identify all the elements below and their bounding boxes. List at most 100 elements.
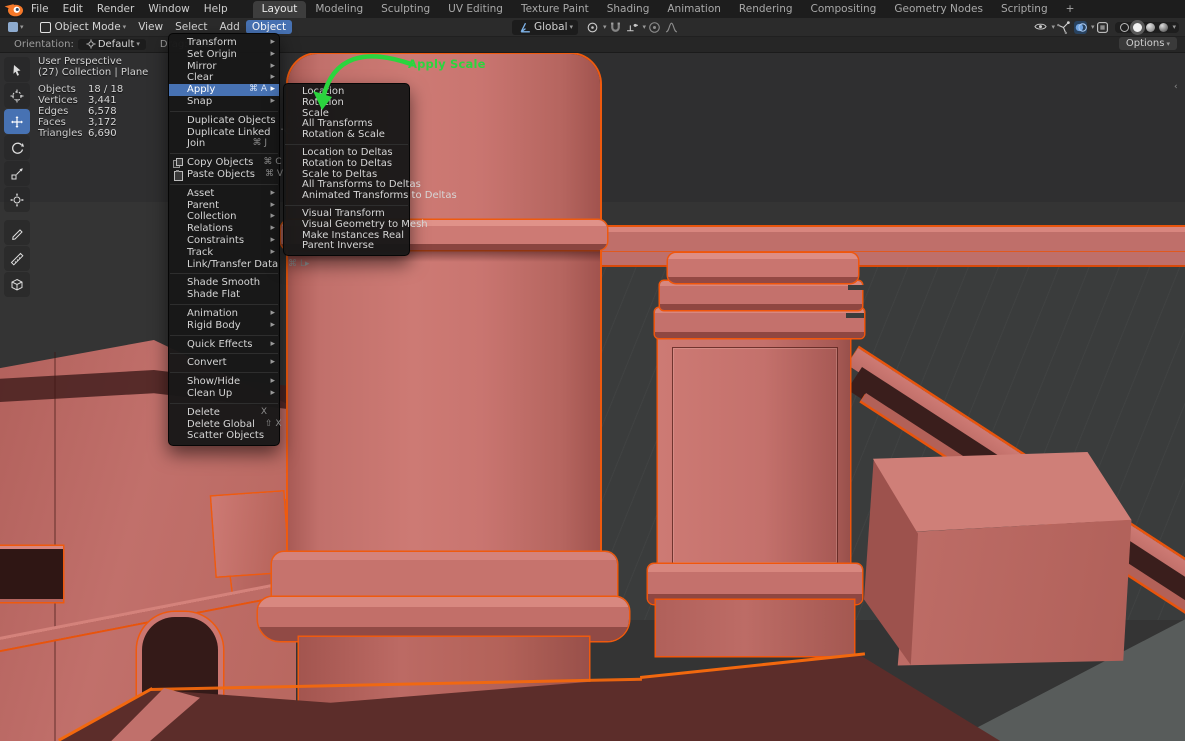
menu-item[interactable]: Visual Geometry to Mesh (284, 220, 409, 231)
workspace-tab[interactable]: Compositing (802, 1, 886, 18)
menu-item[interactable]: Duplicate Objects ⇧ D (169, 115, 279, 127)
menu-item[interactable]: Constraints ▸ (169, 235, 279, 247)
workspace-tab[interactable]: + (1057, 1, 1084, 18)
menu-item[interactable]: Link/Transfer Data ⌘ L ▸ (169, 259, 279, 271)
mesh-dresser-slab3[interactable] (655, 308, 864, 338)
falloff-curve-icon[interactable] (665, 21, 678, 34)
workspace-tab[interactable]: Rendering (730, 1, 802, 18)
tool-tweak-select[interactable] (4, 57, 30, 82)
submenu-arrow-icon: ▸ (267, 308, 275, 320)
proportional-editing-icon[interactable] (648, 21, 661, 34)
transform-orientation-dropdown[interactable]: Global ▾ (512, 20, 578, 35)
snap-magnet-icon[interactable] (609, 21, 622, 34)
menu-item[interactable]: Track ▸ (169, 247, 279, 259)
topbar-menu[interactable]: Render (90, 2, 141, 16)
workspace-tab[interactable]: Modeling (306, 1, 372, 18)
submenu-arrow-icon: ▸ (267, 49, 275, 61)
mesh-dresser-slab2[interactable] (660, 281, 862, 310)
workspace-tab[interactable]: Animation (658, 1, 730, 18)
menu-item[interactable]: Animation ▸ (169, 308, 279, 320)
menu-item[interactable]: Parent Inverse (284, 241, 409, 252)
tool-annotate[interactable] (4, 220, 30, 245)
menu-item[interactable]: Join ⌘ J (169, 138, 279, 150)
menu-item[interactable]: Convert ▸ (169, 357, 279, 369)
menu-item[interactable]: Shade Smooth (169, 277, 279, 289)
workspace-tab[interactable]: Texture Paint (512, 1, 598, 18)
tool-measure[interactable] (4, 246, 30, 271)
menu-item[interactable]: Transform ▸ (169, 37, 279, 49)
mesh-chimney-base-bulge[interactable] (258, 597, 629, 641)
blender-logo-icon[interactable] (4, 2, 24, 16)
shading-material-icon[interactable] (1146, 23, 1155, 32)
viewport-menu[interactable]: View (132, 20, 169, 34)
menu-item[interactable]: Shade Flat (169, 289, 279, 301)
menu-item[interactable]: Asset ▸ (169, 188, 279, 200)
viewport-menu[interactable]: Object (246, 20, 292, 34)
mode-selector[interactable]: Object Mode ▾ (28, 20, 133, 34)
mesh-dresser-skirt[interactable] (648, 564, 862, 604)
viewport-menu-label: View (138, 21, 163, 33)
pivot-point-icon[interactable] (586, 21, 599, 34)
gizmos-toggle-icon[interactable] (1057, 21, 1070, 34)
editor-type-button[interactable]: ▾ (4, 22, 28, 32)
menu-item[interactable]: Animated Transforms to Deltas (284, 191, 409, 202)
mesh-dresser-slab1[interactable] (668, 253, 858, 283)
menu-item[interactable]: Rotation to Deltas (284, 159, 409, 170)
tool-cursor[interactable] (4, 83, 30, 108)
menu-item[interactable]: Snap ▸ (169, 96, 279, 108)
menu-item[interactable]: Rigid Body ▸ (169, 320, 279, 332)
tool-rotate[interactable] (4, 135, 30, 160)
shading-solid-icon[interactable] (1133, 23, 1142, 32)
menu-item[interactable]: Delete X (169, 407, 279, 419)
workspace-tab[interactable]: UV Editing (439, 1, 512, 18)
visibility-dropdown-icon[interactable] (1034, 21, 1047, 34)
menu-item[interactable]: Quick Effects ▸ (169, 339, 279, 351)
topbar-menu[interactable]: Window (141, 2, 196, 16)
menu-item[interactable]: Scatter Objects (169, 430, 279, 442)
menu-item[interactable]: Parent ▸ (169, 200, 279, 212)
submenu-arrow-icon: ▸ (267, 188, 275, 200)
mesh-left-window[interactable] (0, 546, 63, 602)
workspace-tab-label: Compositing (811, 3, 877, 15)
menu-item[interactable]: Clear ▸ (169, 72, 279, 84)
workspace-tab[interactable]: Scripting (992, 1, 1057, 18)
viewport-menu[interactable]: Add (214, 20, 246, 34)
workspace-tab[interactable]: Layout (253, 1, 307, 18)
menu-item-label: Mirror (187, 61, 216, 73)
orientation-dropdown[interactable]: Default ▾ (78, 39, 146, 50)
topbar-menu[interactable]: File (24, 2, 56, 16)
snap-target-icon[interactable] (626, 21, 639, 34)
workspace-tab[interactable]: Sculpting (372, 1, 439, 18)
tool-add-cube[interactable] (4, 272, 30, 297)
shading-wireframe-icon[interactable] (1120, 23, 1129, 32)
options-button[interactable]: Options ▾ (1119, 37, 1177, 50)
menu-item[interactable]: Relations ▸ (169, 223, 279, 235)
mesh-dresser-foot[interactable] (656, 600, 854, 656)
menu-item[interactable]: Delete Global ⇧ X (169, 419, 279, 431)
menu-item[interactable]: Clean Up ▸ (169, 388, 279, 400)
menu-item[interactable]: Copy Objects ⌘ C (169, 157, 279, 169)
menu-item[interactable]: Apply ⌘ A ▸ (169, 84, 279, 96)
menu-item[interactable]: Duplicate Linked ⌥ D (169, 127, 279, 139)
overlays-toggle-icon[interactable] (1074, 21, 1087, 34)
workspace-tab[interactable]: Geometry Nodes (885, 1, 992, 18)
menu-item[interactable]: Rotation & Scale (284, 130, 409, 141)
menu-item-label: Duplicate Objects (187, 115, 276, 127)
topbar-menu[interactable]: Help (197, 2, 235, 16)
shading-rendered-icon[interactable] (1159, 23, 1168, 32)
viewport-menu[interactable]: Select (169, 20, 213, 34)
menu-item[interactable]: Show/Hide ▸ (169, 376, 279, 388)
menu-separator (170, 403, 278, 404)
menu-item-shortcut: ⌘ A (239, 84, 267, 96)
tool-scale[interactable] (4, 161, 30, 186)
tool-move[interactable] (4, 109, 30, 134)
menu-item[interactable]: Paste Objects ⌘ V (169, 169, 279, 181)
menu-item[interactable]: Collection ▸ (169, 211, 279, 223)
tool-transform[interactable] (4, 187, 30, 212)
menu-item[interactable]: Set Origin ▸ (169, 49, 279, 61)
menu-item[interactable]: Mirror ▸ (169, 61, 279, 73)
xray-toggle-icon[interactable] (1096, 21, 1109, 34)
sidebar-toggle-icon[interactable]: ‹ (1174, 82, 1178, 92)
topbar-menu[interactable]: Edit (56, 2, 90, 16)
workspace-tab[interactable]: Shading (598, 1, 659, 18)
